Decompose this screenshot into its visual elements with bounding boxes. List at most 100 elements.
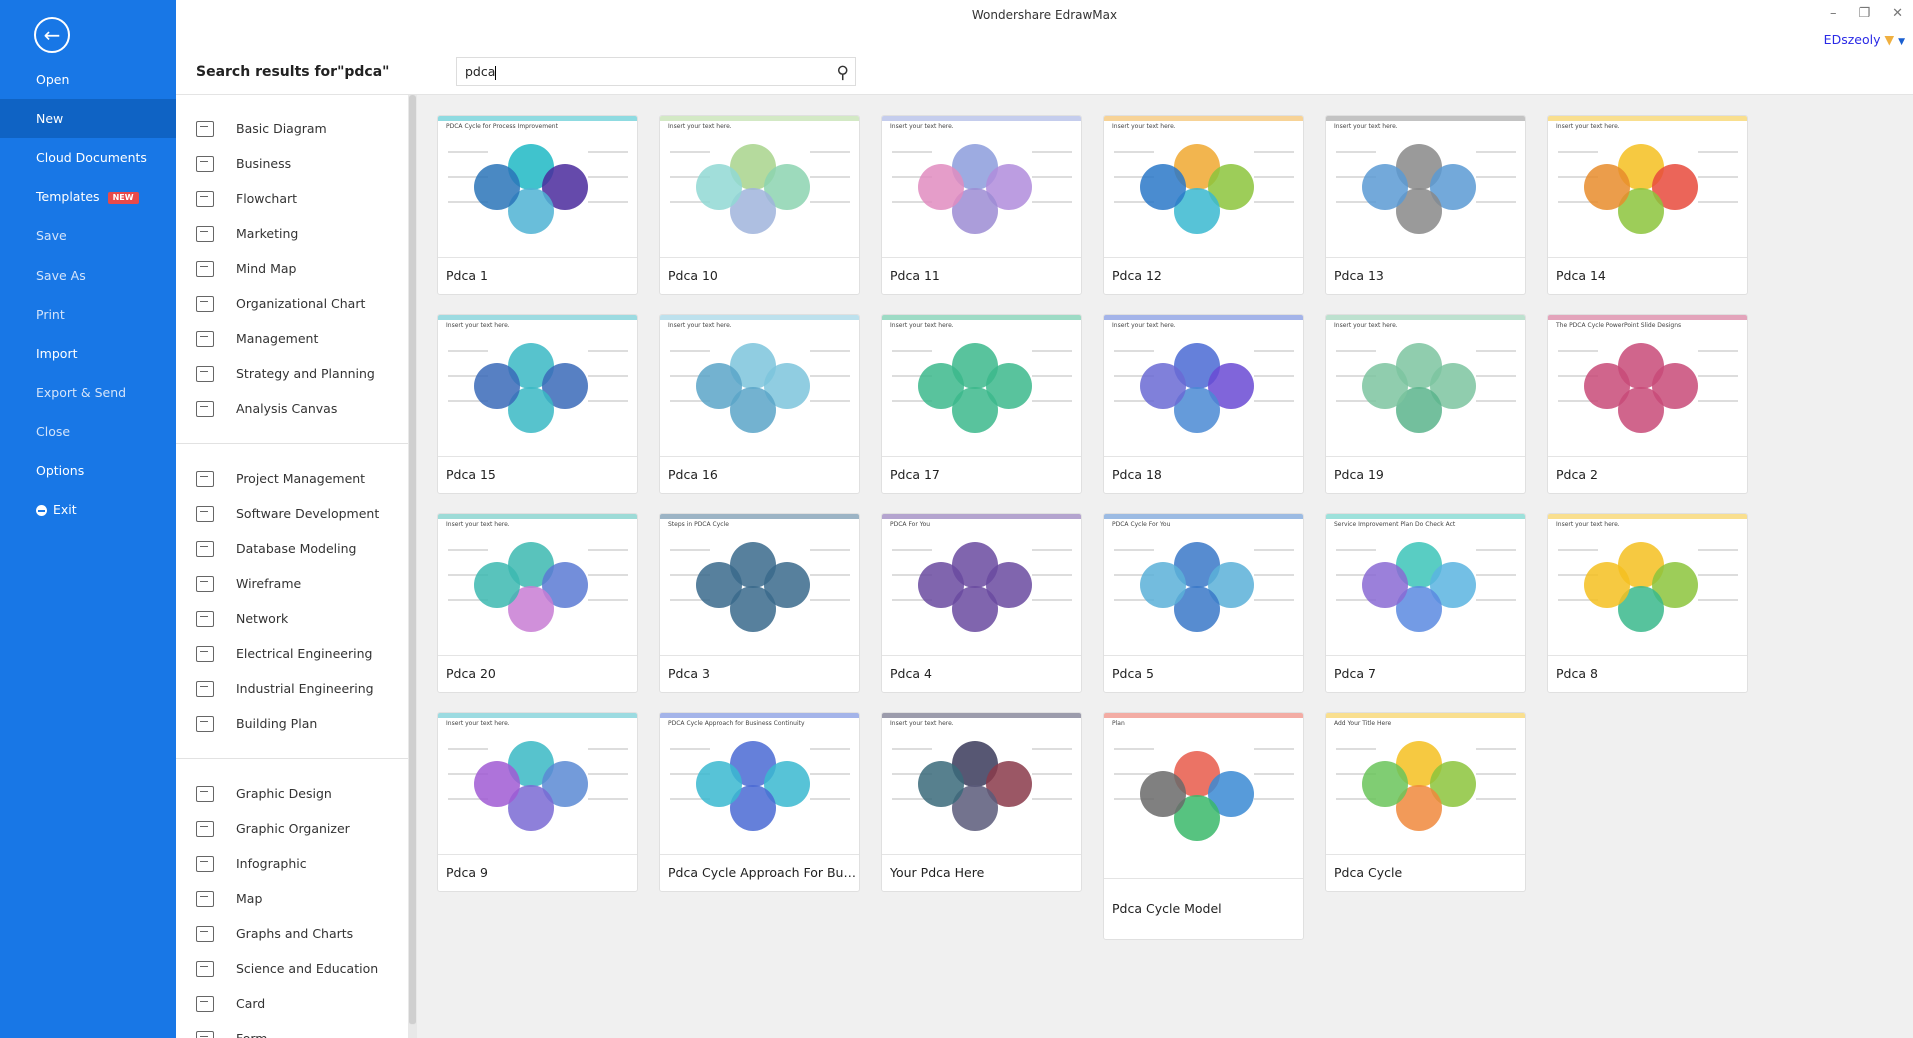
category-organizational-chart[interactable]: Organizational Chart bbox=[196, 286, 365, 321]
restore-button[interactable]: ❐ bbox=[1858, 6, 1870, 21]
thumbnail-heading: Insert your text here. bbox=[668, 123, 732, 130]
category-analysis-canvas[interactable]: Analysis Canvas bbox=[196, 391, 337, 426]
category-map[interactable]: Map bbox=[196, 881, 262, 916]
category-scrollbar[interactable] bbox=[408, 95, 417, 1038]
thumbnail-heading: Plan bbox=[1112, 720, 1125, 727]
search-input[interactable]: pdca ⚲ bbox=[456, 57, 856, 86]
template-card[interactable]: Insert your text here. Pdca 14 bbox=[1547, 115, 1748, 295]
user-account[interactable]: EDszeoly ▼ ▼ bbox=[1824, 32, 1905, 47]
template-card[interactable]: Insert your text here. Pdca 15 bbox=[437, 314, 638, 494]
sidebar-item-label: Templates bbox=[36, 189, 100, 204]
sidebar-item-open[interactable]: Open bbox=[0, 60, 176, 99]
category-graphic-organizer[interactable]: Graphic Organizer bbox=[196, 811, 350, 846]
sidebar-item-new[interactable]: New bbox=[0, 99, 176, 138]
sidebar-item-save[interactable]: Save bbox=[0, 216, 176, 255]
category-science-and-education[interactable]: Science and Education bbox=[196, 951, 378, 986]
sidebar-item-save-as[interactable]: Save As bbox=[0, 256, 176, 295]
category-graphic-design[interactable]: Graphic Design bbox=[196, 776, 332, 811]
sidebar-item-templates[interactable]: Templates NEW bbox=[0, 177, 176, 216]
template-name: Pdca 16 bbox=[668, 467, 718, 482]
category-marketing[interactable]: Marketing bbox=[196, 216, 298, 251]
sidebar-item-options[interactable]: Options bbox=[0, 451, 176, 490]
template-card[interactable]: PDCA Cycle For You Pdca 5 bbox=[1103, 513, 1304, 693]
template-card[interactable]: Plan Pdca Cycle Model bbox=[1103, 712, 1304, 940]
template-card[interactable]: Insert your text here. Pdca 9 bbox=[437, 712, 638, 892]
template-card[interactable]: Insert your text here. Pdca 18 bbox=[1103, 314, 1304, 494]
category-label: Network bbox=[236, 611, 289, 626]
template-card[interactable]: Add Your Title Here Pdca Cycle bbox=[1325, 712, 1526, 892]
template-card[interactable]: Insert your text here. Pdca 13 bbox=[1325, 115, 1526, 295]
sidebar-item-close[interactable]: Close bbox=[0, 412, 176, 451]
window-controls: – ❐ ✕ bbox=[1830, 6, 1903, 21]
template-card[interactable]: Insert your text here. Pdca 17 bbox=[881, 314, 1082, 494]
back-button[interactable]: ← bbox=[34, 17, 70, 53]
minimize-button[interactable]: – bbox=[1830, 6, 1837, 21]
category-divider bbox=[176, 758, 408, 759]
thumbnail-heading: Insert your text here. bbox=[446, 322, 510, 329]
category-project-management[interactable]: Project Management bbox=[196, 461, 365, 496]
search-icon[interactable]: ⚲ bbox=[837, 60, 849, 87]
category-label: Map bbox=[236, 891, 263, 906]
template-card[interactable]: Insert your text here. Pdca 19 bbox=[1325, 314, 1526, 494]
thumbnail-heading: Add Your Title Here bbox=[1334, 720, 1392, 727]
sidebar-item-cloud-documents[interactable]: Cloud Documents bbox=[0, 138, 176, 177]
template-card[interactable]: PDCA For You Pdca 4 bbox=[881, 513, 1082, 693]
sidebar-item-print[interactable]: Print bbox=[0, 295, 176, 334]
category-card[interactable]: Card bbox=[196, 986, 265, 1021]
sidebar-item-exit[interactable]: Exit bbox=[0, 490, 176, 529]
category-business[interactable]: Business bbox=[196, 146, 291, 181]
close-button[interactable]: ✕ bbox=[1892, 6, 1903, 21]
thumbnail-heading: PDCA For You bbox=[890, 521, 931, 528]
category-infographic[interactable]: Infographic bbox=[196, 846, 307, 881]
template-name: Pdca 8 bbox=[1556, 666, 1598, 681]
template-card[interactable]: Insert your text here. Pdca 10 bbox=[659, 115, 860, 295]
template-card[interactable]: PDCA Cycle for Process Improvement Pdca 1 bbox=[437, 115, 638, 295]
sidebar-item-export-send[interactable]: Export & Send bbox=[0, 373, 176, 412]
category-flowchart[interactable]: Flowchart bbox=[196, 181, 297, 216]
category-software-development[interactable]: Software Development bbox=[196, 496, 379, 531]
category-strategy-and-planning[interactable]: Strategy and Planning bbox=[196, 356, 375, 391]
thumbnail-heading: Steps in PDCA Cycle bbox=[668, 521, 729, 528]
thumbnail-heading: Insert your text here. bbox=[890, 720, 954, 727]
category-electrical-engineering[interactable]: Electrical Engineering bbox=[196, 636, 372, 671]
category-network[interactable]: Network bbox=[196, 601, 288, 636]
template-thumbnail: Insert your text here. bbox=[1104, 315, 1303, 457]
category-wireframe[interactable]: Wireframe bbox=[196, 566, 301, 601]
template-card[interactable]: Insert your text here. Pdca 11 bbox=[881, 115, 1082, 295]
category-building-plan[interactable]: Building Plan bbox=[196, 706, 317, 741]
category-management[interactable]: Management bbox=[196, 321, 318, 356]
thumbnail-heading: Insert your text here. bbox=[890, 123, 954, 130]
category-label: Analysis Canvas bbox=[236, 401, 338, 416]
template-card[interactable]: Service Improvement Plan Do Check Act Pdc… bbox=[1325, 513, 1526, 693]
category-basic-diagram[interactable]: Basic Diagram bbox=[196, 111, 327, 146]
template-thumbnail: Insert your text here. bbox=[1326, 116, 1525, 258]
template-grid: PDCA Cycle for Process Improvement Pdca 1… bbox=[417, 95, 1913, 1038]
template-thumbnail: PDCA Cycle for Process Improvement bbox=[438, 116, 637, 258]
sidebar-item-import[interactable]: Import bbox=[0, 334, 176, 373]
template-card[interactable]: Insert your text here. Pdca 8 bbox=[1547, 513, 1748, 693]
template-name: Pdca 3 bbox=[668, 666, 710, 681]
template-card[interactable]: Insert your text here. Pdca 16 bbox=[659, 314, 860, 494]
category-graphs-and-charts[interactable]: Graphs and Charts bbox=[196, 916, 353, 951]
template-name: Pdca Cycle bbox=[1334, 865, 1403, 880]
sidebar-item-label: Export & Send bbox=[36, 385, 127, 400]
thumbnail-heading: PDCA Cycle For You bbox=[1112, 521, 1171, 528]
category-label: Building Plan bbox=[236, 716, 318, 731]
thumbnail-heading: The PDCA Cycle PowerPoint Slide Designs bbox=[1556, 322, 1682, 329]
template-card[interactable]: Insert your text here. Your Pdca Here bbox=[881, 712, 1082, 892]
template-card[interactable]: The PDCA Cycle PowerPoint Slide Designs P… bbox=[1547, 314, 1748, 494]
template-card[interactable]: PDCA Cycle Approach for Business Continu… bbox=[659, 712, 860, 892]
template-card[interactable]: Insert your text here. Pdca 20 bbox=[437, 513, 638, 693]
category-industrial-engineering[interactable]: Industrial Engineering bbox=[196, 671, 374, 706]
category-mind-map[interactable]: Mind Map bbox=[196, 251, 296, 286]
thumbnail-heading: PDCA Cycle for Process Improvement bbox=[446, 123, 558, 130]
thumbnail-heading: Insert your text here. bbox=[1112, 322, 1176, 329]
thumbnail-heading: Insert your text here. bbox=[1334, 123, 1398, 130]
thumbnail-heading: Insert your text here. bbox=[1112, 123, 1176, 130]
arrow-left-icon: ← bbox=[43, 23, 61, 47]
category-form[interactable]: Form bbox=[196, 1021, 268, 1038]
template-card[interactable]: Steps in PDCA Cycle Pdca 3 bbox=[659, 513, 860, 693]
category-database-modeling[interactable]: Database Modeling bbox=[196, 531, 356, 566]
template-thumbnail: Insert your text here. bbox=[438, 315, 637, 457]
template-card[interactable]: Insert your text here. Pdca 12 bbox=[1103, 115, 1304, 295]
